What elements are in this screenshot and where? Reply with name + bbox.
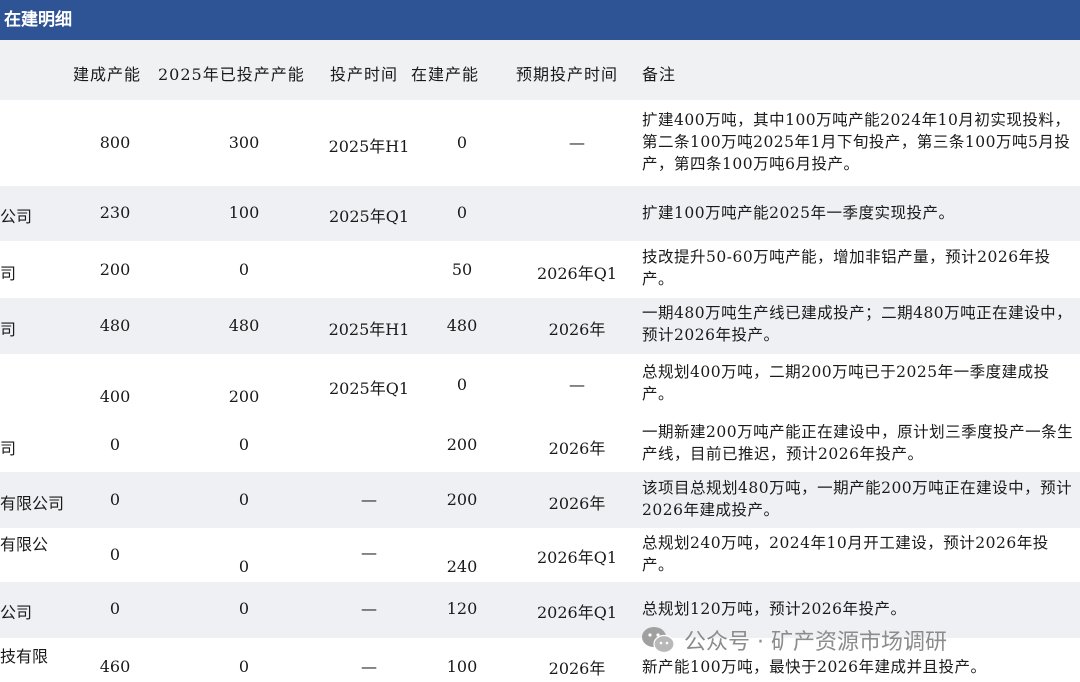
- row-expected-time: 2026年Q1: [536, 603, 618, 622]
- row-expected-time: —: [569, 375, 585, 394]
- row-built: 230: [99, 203, 131, 222]
- header-commissioned-2025: 2025年已投产产能: [158, 65, 305, 84]
- row-commissioned: 300: [228, 133, 260, 152]
- row-company: 司: [0, 439, 17, 458]
- table-row: 有限公 0 0 — 240 2026年Q1 总规划240万吨，2024年10月开…: [0, 528, 1080, 582]
- row-notes: 扩建400万吨，其中100万吨产能2024年10月初实现投料，第二条100万吨2…: [642, 111, 1071, 173]
- row-notes: 总规划120万吨，预计2026年投产。: [642, 600, 907, 618]
- row-expected-time: 2026年: [548, 659, 606, 678]
- table-row: 司 0 0 200 2026年 一期新建200万吨产能正在建设中，原计划三季度投…: [0, 417, 1080, 472]
- row-company: 司: [0, 320, 17, 339]
- row-company: 公司: [0, 207, 33, 226]
- row-built: 200: [99, 260, 131, 279]
- row-expected-time: 2026年: [548, 494, 606, 513]
- row-built: 800: [99, 133, 131, 152]
- row-company: 有限公司: [0, 494, 65, 513]
- row-notes: 该项目总规划480万吨，一期产能200万吨正在建设中，预计2026年建成投产。: [642, 479, 1073, 519]
- watermark-text: 公众号 · 矿产资源市场调研: [684, 630, 947, 655]
- row-commission-time: —: [361, 543, 377, 562]
- row-built: 0: [109, 435, 121, 454]
- row-commission-time: —: [361, 490, 377, 509]
- row-notes: 总规划400万吨，二期200万吨已于2025年一季度建成投产。: [642, 363, 1050, 403]
- row-commission-time: —: [361, 657, 377, 676]
- row-under-construction: 0: [456, 133, 468, 152]
- row-commissioned: 480: [228, 316, 260, 335]
- table-row: 司 200 0 50 2026年Q1 技改提升50-60万吨产能，增加非铝产量，…: [0, 241, 1080, 298]
- row-notes: 一期480万吨生产线已建成投产；二期480万吨正在建设中，预计2026年投产。: [642, 304, 1073, 344]
- row-built: 480: [99, 316, 131, 335]
- row-under-construction: 100: [446, 657, 478, 676]
- table-header: 建成产能 2025年已投产产能 投产时间 在建产能 预期投产时间 备注: [0, 40, 1080, 100]
- row-expected-time: 2026年Q1: [536, 264, 618, 283]
- row-commissioned: 0: [238, 490, 250, 509]
- row-under-construction: 50: [451, 260, 473, 279]
- header-notes: 备注: [642, 65, 677, 84]
- header-under-construction: 在建产能: [411, 65, 480, 84]
- row-company: 司: [0, 264, 17, 283]
- header-expected-time: 预期投产时间: [516, 65, 619, 84]
- row-commission-time: 2025年H1: [328, 137, 410, 156]
- watermark: 公众号 · 矿产资源市场调研: [640, 620, 947, 660]
- row-notes: 总规划240万吨，2024年10月开工建设，预计2026年投产。: [642, 534, 1049, 574]
- row-notes: 技改提升50-60万吨产能，增加非铝产量，预计2026年投产。: [642, 248, 1051, 288]
- row-notes: 一期新建200万吨产能正在建设中，原计划三季度投产一条生产线，目前已推迟，预计2…: [642, 423, 1074, 463]
- row-under-construction: 120: [446, 599, 478, 618]
- row-under-construction: 240: [446, 557, 478, 576]
- table-row: 有限公司 0 0 — 200 2026年 该项目总规划480万吨，一期产能200…: [0, 472, 1080, 528]
- row-built: 0: [109, 490, 121, 509]
- header-commission-time: 投产时间: [330, 65, 399, 84]
- row-expected-time: 2026年Q1: [536, 548, 618, 567]
- row-under-construction: 200: [446, 435, 478, 454]
- table-row: 司 480 480 2025年H1 480 2026年 一期480万吨生产线已建…: [0, 298, 1080, 354]
- table-row: 公司 230 100 2025年Q1 0 扩建100万吨产能2025年一季度实现…: [0, 186, 1080, 241]
- row-commissioned: 0: [238, 599, 250, 618]
- row-commission-time: 2025年Q1: [328, 207, 410, 226]
- row-commission-time: 2025年Q1: [328, 379, 410, 398]
- row-commissioned: 0: [238, 260, 250, 279]
- table-title: 在建明细: [0, 0, 1080, 40]
- table-row: 400 200 2025年Q1 0 — 总规划400万吨，二期200万吨已于20…: [0, 354, 1080, 417]
- header-built: 建成产能: [73, 65, 142, 84]
- row-under-construction: 0: [456, 203, 468, 222]
- table-row: 800 300 2025年H1 0 — 扩建400万吨，其中100万吨产能202…: [0, 100, 1080, 186]
- row-commissioned: 0: [238, 657, 250, 676]
- row-company: 公司: [0, 603, 33, 622]
- row-commissioned: 200: [228, 387, 260, 406]
- row-under-construction: 480: [446, 316, 478, 335]
- row-commission-time: 2025年H1: [328, 320, 410, 339]
- row-company: 有限公: [0, 535, 49, 554]
- row-built: 0: [109, 545, 121, 564]
- row-built: 0: [109, 599, 121, 618]
- row-company: 技有限: [0, 647, 49, 666]
- row-built: 400: [99, 387, 131, 406]
- row-commissioned: 100: [228, 203, 260, 222]
- row-commission-time: —: [361, 599, 377, 618]
- row-commissioned: 0: [238, 557, 250, 576]
- row-under-construction: 0: [456, 375, 468, 394]
- row-built: 460: [99, 657, 131, 676]
- wechat-icon: [642, 627, 675, 654]
- row-expected-time: 2026年: [548, 320, 606, 339]
- row-under-construction: 200: [446, 490, 478, 509]
- row-commissioned: 0: [238, 435, 250, 454]
- row-expected-time: —: [569, 133, 585, 152]
- row-notes: 扩建100万吨产能2025年一季度实现投产。: [642, 204, 955, 222]
- row-expected-time: 2026年: [548, 439, 606, 458]
